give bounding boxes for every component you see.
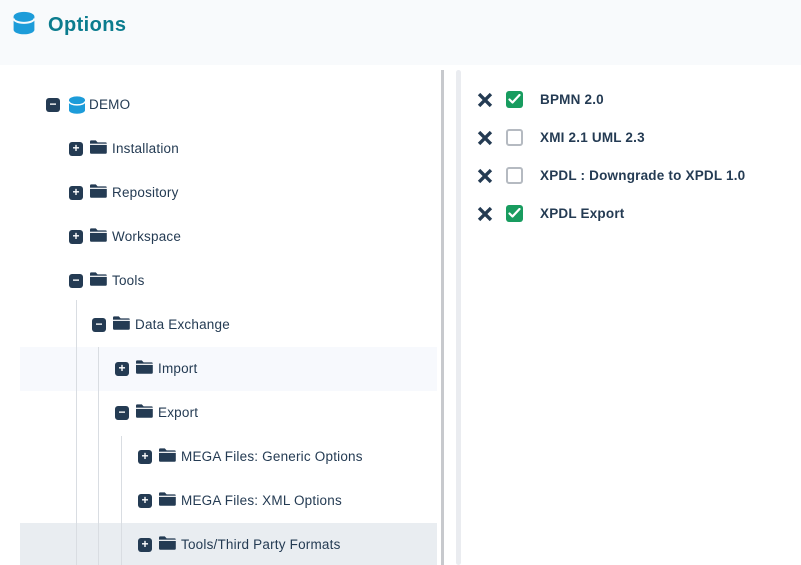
expand-icon[interactable]: +	[69, 186, 83, 200]
checkbox-checked[interactable]	[506, 205, 523, 222]
panel-divider	[441, 70, 444, 565]
collapse-icon[interactable]: −	[115, 406, 129, 420]
remove-x-icon[interactable]	[477, 92, 493, 108]
option-label[interactable]: BPMN 2.0	[540, 86, 604, 114]
remove-x-icon[interactable]	[477, 130, 493, 146]
tree-node-label[interactable]: Import	[158, 347, 197, 391]
option-row: XPDL Export	[470, 200, 800, 228]
tree-node-label[interactable]: Export	[158, 391, 198, 435]
tree-guide-line	[98, 347, 99, 565]
option-label[interactable]: XMI 2.1 UML 2.3	[540, 124, 645, 152]
options-window: Options −DEMO+Installation+Repository+Wo…	[0, 0, 801, 565]
folder-icon	[136, 360, 153, 379]
checkbox-checked[interactable]	[506, 91, 523, 108]
tree-node-label[interactable]: Repository	[112, 171, 179, 215]
tree-node-label[interactable]: Tools	[112, 259, 145, 303]
tree-guide-line	[121, 436, 122, 565]
folder-icon	[90, 184, 107, 203]
tree-row[interactable]: + Import	[20, 347, 437, 391]
folder-icon	[159, 492, 176, 511]
tree-row[interactable]: + Repository	[20, 171, 437, 215]
collapse-icon[interactable]: −	[92, 318, 106, 332]
tree-row[interactable]: + MEGA Files: Generic Options	[20, 435, 437, 479]
options-tree: −DEMO+Installation+Repository+Workspace−…	[0, 0, 441, 565]
tree-row[interactable]: + Workspace	[20, 215, 437, 259]
folder-icon	[159, 448, 176, 467]
folder-icon	[113, 316, 130, 335]
collapse-icon[interactable]: −	[46, 98, 60, 112]
database-icon	[67, 95, 87, 120]
tree-guide-line	[76, 300, 77, 565]
tree-row[interactable]: + Installation	[20, 127, 437, 171]
remove-x-icon[interactable]	[477, 206, 493, 222]
checkbox-unchecked[interactable]	[506, 129, 523, 146]
tree-row[interactable]: + Tools/Third Party Formats	[20, 523, 437, 565]
tree-node-label[interactable]: Installation	[112, 127, 179, 171]
option-row: XPDL : Downgrade to XPDL 1.0	[470, 162, 800, 190]
tree-node-label[interactable]: DEMO	[89, 83, 130, 127]
checkbox-unchecked[interactable]	[506, 167, 523, 184]
expand-icon[interactable]: +	[138, 494, 152, 508]
option-label[interactable]: XPDL : Downgrade to XPDL 1.0	[540, 162, 745, 190]
expand-icon[interactable]: +	[69, 142, 83, 156]
remove-x-icon[interactable]	[477, 168, 493, 184]
folder-icon	[136, 404, 153, 423]
tree-node-label[interactable]: Workspace	[112, 215, 181, 259]
tree-row[interactable]: − DEMO	[20, 83, 437, 127]
options-list: BPMN 2.0 XMI 2.1 UML 2.3 XPDL : Downgrade …	[470, 0, 801, 565]
expand-icon[interactable]: +	[69, 230, 83, 244]
option-label[interactable]: XPDL Export	[540, 200, 624, 228]
folder-icon	[90, 228, 107, 247]
option-row: XMI 2.1 UML 2.3	[470, 124, 800, 152]
folder-icon	[159, 536, 176, 555]
tree-node-label[interactable]: Tools/Third Party Formats	[181, 523, 341, 565]
tree-row[interactable]: − Tools	[20, 259, 437, 303]
tree-row[interactable]: − Export	[20, 391, 437, 435]
tree-row[interactable]: − Data Exchange	[20, 303, 437, 347]
tree-node-label[interactable]: Data Exchange	[135, 303, 230, 347]
expand-icon[interactable]: +	[138, 538, 152, 552]
folder-icon	[90, 140, 107, 159]
folder-icon	[90, 272, 107, 291]
collapse-icon[interactable]: −	[69, 274, 83, 288]
expand-icon[interactable]: +	[115, 362, 129, 376]
expand-icon[interactable]: +	[138, 450, 152, 464]
tree-node-label[interactable]: MEGA Files: XML Options	[181, 479, 342, 523]
scrollbar-track[interactable]	[456, 70, 461, 565]
tree-node-label[interactable]: MEGA Files: Generic Options	[181, 435, 363, 479]
option-row: BPMN 2.0	[470, 86, 800, 114]
tree-row[interactable]: + MEGA Files: XML Options	[20, 479, 437, 523]
